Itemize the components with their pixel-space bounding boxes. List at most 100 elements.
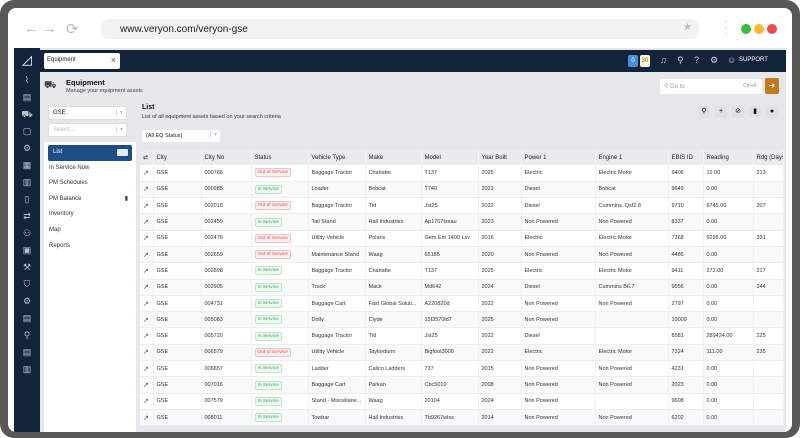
calendar-icon[interactable]: ▣ xyxy=(14,242,40,259)
table-row[interactable]: ↗ GSE 002898 In Service Baggage Tractor Charl… xyxy=(140,262,784,280)
menu-item-pm-balance[interactable]: PM Balance ▮ xyxy=(44,192,136,208)
open-link-icon[interactable]: ↗ xyxy=(143,415,149,422)
open-link-icon[interactable]: ↗ xyxy=(143,366,149,373)
open-cell[interactable]: ↗ xyxy=(140,213,154,231)
open-cell[interactable]: ↗ xyxy=(140,246,154,264)
table-row[interactable]: ↗ GSE 008011 In Service Towbar Hall Industrie… xyxy=(140,409,784,427)
user-icon[interactable]: ⚲ xyxy=(14,327,40,344)
column-header[interactable]: Status xyxy=(251,150,309,165)
open-link-icon[interactable]: ↗ xyxy=(143,170,149,177)
column-header[interactable]: Year Built xyxy=(478,150,522,165)
open-cell[interactable]: ↗ xyxy=(140,279,154,296)
open-link-icon[interactable]: ↗ xyxy=(143,382,149,389)
open-cell[interactable]: ↗ xyxy=(140,230,154,247)
open-link-icon[interactable]: ↗ xyxy=(143,203,149,210)
open-cell[interactable]: ↗ xyxy=(140,165,154,182)
table-row[interactable]: ↗ GSE 002459 In Service Tail Stand Hall Indus… xyxy=(140,213,784,231)
open-link-icon[interactable]: ↗ xyxy=(143,349,149,356)
fleet-select[interactable]: GSE ▾ xyxy=(48,106,127,120)
shield-icon[interactable]: ⛉ xyxy=(14,276,40,293)
reload-icon[interactable]: ⟳ xyxy=(66,20,79,38)
column-header[interactable]: Model xyxy=(421,150,479,165)
menu-item-inventory[interactable]: Inventory xyxy=(44,207,136,223)
open-cell[interactable]: ↗ xyxy=(140,393,154,410)
table-row[interactable]: ↗ GSE 007579 In Service Stand - Miscellane..… xyxy=(140,393,784,410)
open-link-icon[interactable]: ↗ xyxy=(143,268,149,275)
column-header[interactable]: Power 1 xyxy=(521,150,596,165)
book-icon[interactable]: ▥ xyxy=(14,361,40,378)
table-row[interactable]: ↗ GSE 002476 Out of Service Utility Vehicle P… xyxy=(140,230,784,247)
open-link-icon[interactable]: ↗ xyxy=(143,284,149,291)
export-icon[interactable]: ▮ xyxy=(749,106,761,118)
wrench-icon[interactable]: ⚒ xyxy=(14,259,40,276)
table-row[interactable]: ↗ GSE 000985 In Service Loader Bobcat T740 2022… xyxy=(140,181,784,199)
open-link-icon[interactable]: ↗ xyxy=(143,186,149,193)
report-icon[interactable]: ▤ xyxy=(14,310,40,327)
settings-icon[interactable]: ⚙ xyxy=(14,293,40,310)
forward-icon[interactable]: → xyxy=(42,20,57,37)
info-icon[interactable]: ● xyxy=(766,106,778,118)
support-icon[interactable]: ☺ xyxy=(727,55,736,65)
column-header[interactable]: Vehicle Type xyxy=(308,150,366,165)
building-icon[interactable]: ▦ xyxy=(14,157,40,174)
table-row[interactable]: ↗ GSE 006579 Out of Service Utility Vehicle T… xyxy=(140,344,784,362)
invoice-icon[interactable]: ▯ xyxy=(14,191,40,208)
menu-item-in-service-now[interactable]: In Service Now xyxy=(44,161,136,177)
column-header[interactable]: City xyxy=(153,150,202,165)
open-cell[interactable]: ↗ xyxy=(140,376,154,394)
column-header[interactable]: EBIS ID xyxy=(668,150,704,165)
support-link[interactable]: SUPPORT xyxy=(739,57,768,63)
add-icon[interactable]: + xyxy=(715,106,727,118)
gear-icon[interactable]: ⚙ xyxy=(710,55,718,66)
menu-item-list[interactable]: List xyxy=(48,145,132,161)
chart-icon[interactable]: ⌇ xyxy=(14,72,40,89)
tab-equipment[interactable]: Equipment × xyxy=(44,53,120,69)
open-cell[interactable]: ↗ xyxy=(140,181,154,199)
open-cell[interactable]: ↗ xyxy=(140,409,154,427)
grid-icon[interactable]: ▥ xyxy=(14,174,40,191)
goto-button[interactable]: ➜ xyxy=(765,78,779,94)
document-icon[interactable]: ▤ xyxy=(14,89,40,106)
menu-item-map[interactable]: Map xyxy=(44,223,136,239)
open-link-icon[interactable]: ↗ xyxy=(143,252,149,259)
open-link-icon[interactable]: ↗ xyxy=(143,301,149,308)
column-header[interactable]: Make xyxy=(365,150,422,165)
open-link-icon[interactable]: ↗ xyxy=(143,317,149,324)
open-cell[interactable]: ↗ xyxy=(140,311,154,329)
close-icon[interactable]: × xyxy=(111,55,116,65)
back-icon[interactable]: ← xyxy=(24,20,39,37)
users-icon[interactable]: ⚇ xyxy=(14,225,40,242)
swap-columns-icon[interactable]: ⇄ xyxy=(140,150,154,165)
table-row[interactable]: ↗ GSE 004731 In Service Baggage Cart Fast Glo… xyxy=(140,295,784,313)
table-row[interactable]: ↗ GSE 005720 In Service Baggage Tractor Tld Js… xyxy=(140,327,784,345)
document-icon[interactable]: ▮ xyxy=(125,195,128,202)
search-icon[interactable]: ⚲ xyxy=(677,55,684,66)
open-cell[interactable]: ↗ xyxy=(140,327,154,345)
table-row[interactable]: ↗ GSE 007016 In Service Baggage Cart Parkan Cb… xyxy=(140,376,784,394)
table-row[interactable]: ↗ GSE 002659 Out of Service Maintenance Stan… xyxy=(140,246,784,264)
hide-icon[interactable]: ⊘ xyxy=(732,106,744,118)
star-icon[interactable]: ★ xyxy=(683,22,692,33)
kebab-menu-icon[interactable]: · · · xyxy=(724,17,728,39)
open-link-icon[interactable]: ↗ xyxy=(143,219,149,226)
column-header[interactable]: Engine 1 xyxy=(595,150,669,165)
column-header[interactable]: City No xyxy=(201,150,252,165)
address-bar[interactable]: www.veryon.com/veryon-gse ★ xyxy=(100,19,700,39)
table-row[interactable]: ↗ GSE 002018 Out of Service Baggage Tractor T… xyxy=(140,197,784,215)
column-header[interactable]: Rdg (Days) xyxy=(753,150,784,165)
file-icon[interactable]: ▤ xyxy=(14,344,40,361)
logo-icon[interactable]: ◿ xyxy=(14,48,40,72)
badge-yellow[interactable]: 30 xyxy=(640,55,650,67)
menu-item-pm-schedules[interactable]: PM Schedules xyxy=(44,176,136,192)
table-row[interactable]: ↗ GSE 006657 In Service Ladder Calico Ladders… xyxy=(140,360,784,378)
open-cell[interactable]: ↗ xyxy=(140,344,154,362)
menu-item-reports[interactable]: Reports xyxy=(44,239,136,255)
open-cell[interactable]: ↗ xyxy=(140,360,154,378)
secondary-select[interactable]: Select... ▾ xyxy=(48,123,127,137)
open-link-icon[interactable]: ↗ xyxy=(143,333,149,340)
open-link-icon[interactable]: ↗ xyxy=(143,398,149,405)
bell-icon[interactable]: ♫ xyxy=(660,55,667,65)
open-cell[interactable]: ↗ xyxy=(140,295,154,313)
clipboard-icon[interactable]: ▢ xyxy=(14,123,40,140)
badge-blue[interactable]: 0 xyxy=(628,55,638,67)
